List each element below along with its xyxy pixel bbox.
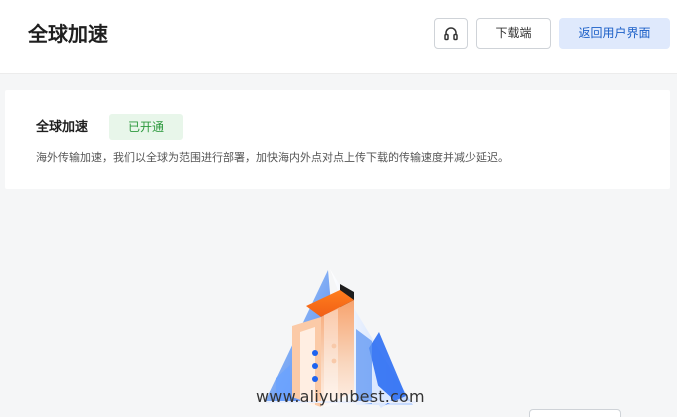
page-header: 全球加速 下载端 返回用户界面 [0,0,677,74]
feature-status-card: 全球加速 已开通 海外传输加速，我们以全球为范围进行部署，加快海内外点对点上传下… [5,90,670,189]
feature-description: 海外传输加速，我们以全球为范围进行部署，加快海内外点对点上传下载的传输速度并减少… [36,151,509,164]
watermark-text: www.aliyunbest.com [256,387,425,406]
return-user-interface-button[interactable]: 返回用户界面 [559,18,670,49]
headset-icon [444,27,458,41]
download-client-button[interactable]: 下载端 [476,18,551,49]
status-badge: 已开通 [109,114,183,140]
feature-title: 全球加速 [36,120,89,135]
bottom-action-button[interactable] [529,409,621,417]
support-button[interactable] [434,18,468,49]
page-title: 全球加速 [28,22,108,46]
global-acceleration-page: 全球加速 下载端 返回用户界面 全球加速 已开通 海外传输加速，我们以全球为范围… [0,0,677,417]
